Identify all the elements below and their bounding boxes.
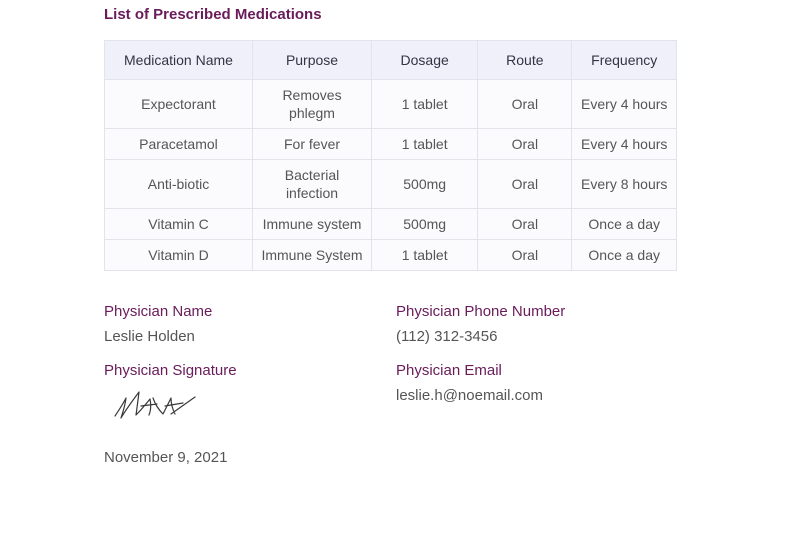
physician-name-label: Physician Name xyxy=(104,303,213,320)
medication-name-cell: Vitamin C xyxy=(104,208,253,240)
physician-phone-value: (112) 312-3456 xyxy=(396,328,498,345)
route-cell: Oral xyxy=(477,208,573,240)
dosage-cell: 500mg xyxy=(371,159,479,209)
prescription-document: List of Prescribed Medications Medicatio… xyxy=(0,0,787,543)
dosage-cell: 1 tablet xyxy=(371,79,479,129)
table-row: Paracetamol For fever 1 tablet Oral Ever… xyxy=(104,128,677,160)
table-row: Expectorant Removes phlegm 1 tablet Oral… xyxy=(104,79,677,129)
route-cell: Oral xyxy=(477,239,573,271)
route-cell: Oral xyxy=(477,128,573,160)
route-cell: Oral xyxy=(477,159,573,209)
purpose-cell: Immune System xyxy=(251,239,373,271)
header-route: Route xyxy=(477,40,573,80)
route-cell: Oral xyxy=(477,79,573,129)
header-frequency: Frequency xyxy=(571,40,677,80)
table-row: Vitamin C Immune system 500mg Oral Once … xyxy=(104,208,677,240)
frequency-cell: Every 4 hours xyxy=(571,128,677,160)
medication-name-cell: Expectorant xyxy=(104,79,253,129)
medication-name-cell: Anti-biotic xyxy=(104,159,253,209)
physician-email-value: leslie.h@noemail.com xyxy=(396,387,543,404)
medication-name-cell: Vitamin D xyxy=(104,239,253,271)
frequency-cell: Once a day xyxy=(571,208,677,240)
purpose-cell: Bacterial infection xyxy=(251,159,373,209)
frequency-cell: Once a day xyxy=(571,239,677,271)
section-title: List of Prescribed Medications xyxy=(104,6,322,23)
header-medication-name: Medication Name xyxy=(104,40,253,80)
physician-phone-label: Physician Phone Number xyxy=(396,303,566,320)
header-purpose: Purpose xyxy=(251,40,373,80)
physician-email-label: Physician Email xyxy=(396,362,502,379)
medication-name-cell: Paracetamol xyxy=(104,128,253,160)
frequency-cell: Every 4 hours xyxy=(571,79,677,129)
dosage-cell: 1 tablet xyxy=(371,239,479,271)
document-date: November 9, 2021 xyxy=(104,449,228,466)
header-dosage: Dosage xyxy=(371,40,479,80)
physician-signature-label: Physician Signature xyxy=(104,362,237,379)
purpose-cell: For fever xyxy=(251,128,373,160)
dosage-cell: 500mg xyxy=(371,208,479,240)
medications-table: Medication Name Purpose Dosage Route Fre… xyxy=(104,40,677,271)
table-row: Vitamin D Immune System 1 tablet Oral On… xyxy=(104,239,677,271)
purpose-cell: Immune system xyxy=(251,208,373,240)
frequency-cell: Every 8 hours xyxy=(571,159,677,209)
table-header-row: Medication Name Purpose Dosage Route Fre… xyxy=(104,40,677,80)
physician-name-value: Leslie Holden xyxy=(104,328,195,345)
table-row: Anti-biotic Bacterial infection 500mg Or… xyxy=(104,159,677,209)
purpose-cell: Removes phlegm xyxy=(251,79,373,129)
signature-image xyxy=(114,391,196,419)
dosage-cell: 1 tablet xyxy=(371,128,479,160)
